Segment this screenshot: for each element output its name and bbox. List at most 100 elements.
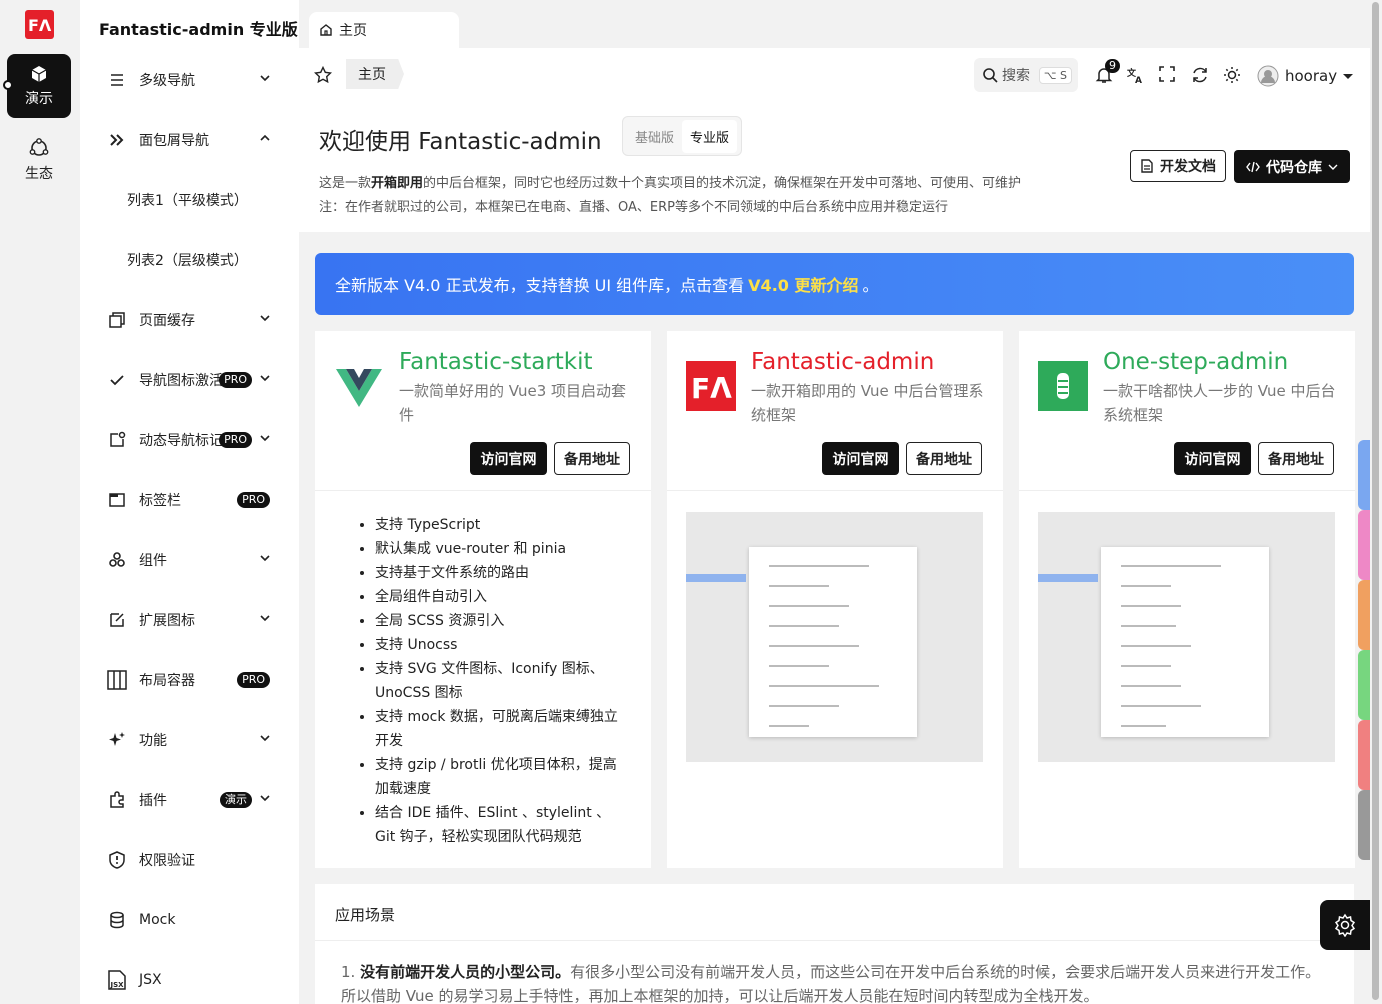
main-nav-item-ecosystem[interactable]: 生态 (7, 128, 71, 192)
svg-text:FΛ: FΛ (28, 16, 52, 35)
menu-item-components[interactable]: 组件 (80, 530, 299, 590)
menu-item-jsx[interactable]: JSX JSX (80, 950, 299, 1004)
menu-item-dynamic-badge[interactable]: 动态导航标记 PRO (80, 410, 299, 470)
main-nav-label: 生态 (25, 166, 53, 182)
menu-item-label: JSX (139, 972, 162, 988)
breadcrumb-item: 主页 (358, 67, 386, 83)
check-icon (107, 370, 127, 390)
version-pro[interactable]: 专业版 (682, 119, 738, 153)
theme-swatch-orange[interactable] (1358, 580, 1370, 650)
menu-item-list2[interactable]: 列表2（层级模式） (80, 230, 299, 290)
visit-site-button[interactable]: 访问官网 (470, 442, 547, 475)
menu-item-features[interactable]: 功能 (80, 710, 299, 770)
feature-item: 结合 IDE 插件、ESlint 、stylelint 、Git 钩子，轻松实现… (375, 801, 625, 849)
theme-swatch-pink[interactable] (1358, 510, 1370, 580)
feature-item: 全局组件自动引入 (375, 585, 625, 609)
menu-item-layout-container[interactable]: 布局容器 PRO (80, 650, 299, 710)
menu-item-label: 多级导航 (139, 73, 195, 89)
page-header: 欢迎使用 Fantastic-admin 基础版 专业版 这是一款开箱即用的中后… (299, 104, 1370, 232)
search-button[interactable]: 搜索 ⌥ S (974, 58, 1078, 92)
database-icon (107, 910, 127, 930)
double-chevron-icon (107, 130, 127, 150)
icon-extend-icon (107, 610, 127, 630)
avatar (1257, 65, 1279, 87)
demo-badge: 演示 (220, 792, 252, 808)
main-nav-item-demo[interactable]: 演示 (7, 54, 71, 118)
card-title[interactable]: One-step-admin (1103, 349, 1288, 375)
scrollbar[interactable] (1370, 0, 1382, 1004)
sun-icon[interactable] (1223, 66, 1241, 84)
backup-url-button[interactable]: 备用地址 (1258, 442, 1334, 475)
menu-item-multilevel[interactable]: 多级导航 (80, 50, 299, 110)
star-icon[interactable] (314, 66, 332, 84)
chevron-down-icon (260, 75, 270, 82)
breadcrumb[interactable]: 主页 (346, 59, 404, 89)
theme-swatch-gray[interactable] (1358, 790, 1370, 860)
chevron-up-icon (260, 134, 270, 141)
menu-item-label: 功能 (139, 733, 167, 749)
app-logo[interactable]: FΛ (25, 10, 54, 39)
version-switch[interactable]: 基础版 专业版 (622, 116, 743, 156)
preview-line (1121, 625, 1176, 627)
feature-item: 全局 SCSS 资源引入 (375, 609, 625, 633)
page-title: 欢迎使用 Fantastic-admin (319, 129, 602, 155)
chevron-down-icon (260, 315, 270, 322)
docs-button[interactable]: 开发文档 (1130, 150, 1226, 182)
refresh-icon[interactable] (1191, 66, 1209, 84)
banner-link[interactable]: V4.0 更新介绍 (748, 272, 858, 296)
preview-line (1121, 605, 1181, 607)
theme-swatch-green[interactable] (1358, 650, 1370, 720)
main-nav-label: 演示 (25, 91, 53, 107)
menu-item-permission[interactable]: 权限验证 (80, 830, 299, 890)
fullscreen-icon[interactable] (1159, 66, 1175, 82)
card-header: One-step-admin 一款干啥都快人一步的 Vue 中后台系统框架 访问… (1019, 331, 1355, 491)
preview-line (1121, 725, 1166, 727)
menu-lines-icon (107, 70, 127, 90)
theme-swatch-blue[interactable] (1358, 440, 1370, 510)
jsx-file-icon: JSX (107, 970, 127, 990)
menu-item-page-cache[interactable]: 页面缓存 (80, 290, 299, 350)
chevron-down-icon (260, 735, 270, 742)
card-title[interactable]: Fantastic-startkit (399, 349, 593, 375)
card-title[interactable]: Fantastic-admin (751, 349, 934, 375)
home-icon (320, 24, 332, 36)
feature-list: 支持 TypeScript 默认集成 vue-router 和 pinia 支持… (375, 513, 625, 849)
visit-site-button[interactable]: 访问官网 (1174, 442, 1251, 475)
desc-text: 这是一款 (319, 176, 372, 191)
repo-button-label: 代码仓库 (1266, 159, 1322, 176)
one-step-logo-icon (1038, 361, 1088, 411)
tab-label: 主页 (339, 23, 367, 39)
menu-item-list1[interactable]: 列表1（平级模式） (80, 170, 299, 230)
scrollbar-thumb[interactable] (1372, 2, 1379, 1000)
svg-text:A: A (1135, 76, 1142, 84)
menu-item-tabbar[interactable]: 标签栏 PRO (80, 470, 299, 530)
divider (315, 940, 1354, 941)
username: hooray (1285, 67, 1338, 85)
cube-icon (31, 66, 47, 82)
tab-home[interactable]: 主页 (309, 12, 459, 48)
backup-url-button[interactable]: 备用地址 (554, 442, 630, 475)
preview-bar (686, 574, 746, 582)
product-card-startkit: Fantastic-startkit 一款简单好用的 Vue3 项目启动套件 访… (315, 331, 651, 868)
release-banner[interactable]: 全新版本 V4.0 正式发布，支持替换 UI 组件库，点击查看 V4.0 更新介… (315, 253, 1354, 315)
version-basic[interactable]: 基础版 (627, 120, 682, 153)
menu-item-extend-icons[interactable]: 扩展图标 (80, 590, 299, 650)
menu-item-mock[interactable]: Mock (80, 890, 299, 950)
translate-icon[interactable]: 文A (1127, 66, 1145, 84)
caret-down-icon (1343, 74, 1354, 79)
user-menu[interactable]: hooray (1257, 65, 1354, 87)
menu-item-plugins[interactable]: 插件 演示 (80, 770, 299, 830)
settings-button[interactable] (1320, 900, 1370, 950)
menu-item-label: 组件 (139, 553, 167, 569)
menu-item-nav-icon-active[interactable]: 导航图标激活 PRO (80, 350, 299, 410)
repo-button[interactable]: 代码仓库 (1234, 150, 1350, 183)
shapes-icon (107, 550, 127, 570)
desc-text: 的中后台框架，同时它也经历过数十个真实项目的技术沉淀，确保框架在开发中可落地、可… (423, 176, 1022, 191)
theme-swatch-red[interactable] (1358, 720, 1370, 790)
visit-site-button[interactable]: 访问官网 (822, 442, 899, 475)
backup-url-button[interactable]: 备用地址 (906, 442, 982, 475)
ecosystem-icon (29, 138, 49, 156)
preview-line (1121, 585, 1171, 587)
menu-item-breadcrumb[interactable]: 面包屑导航 (80, 110, 299, 170)
document-icon (1141, 159, 1153, 173)
